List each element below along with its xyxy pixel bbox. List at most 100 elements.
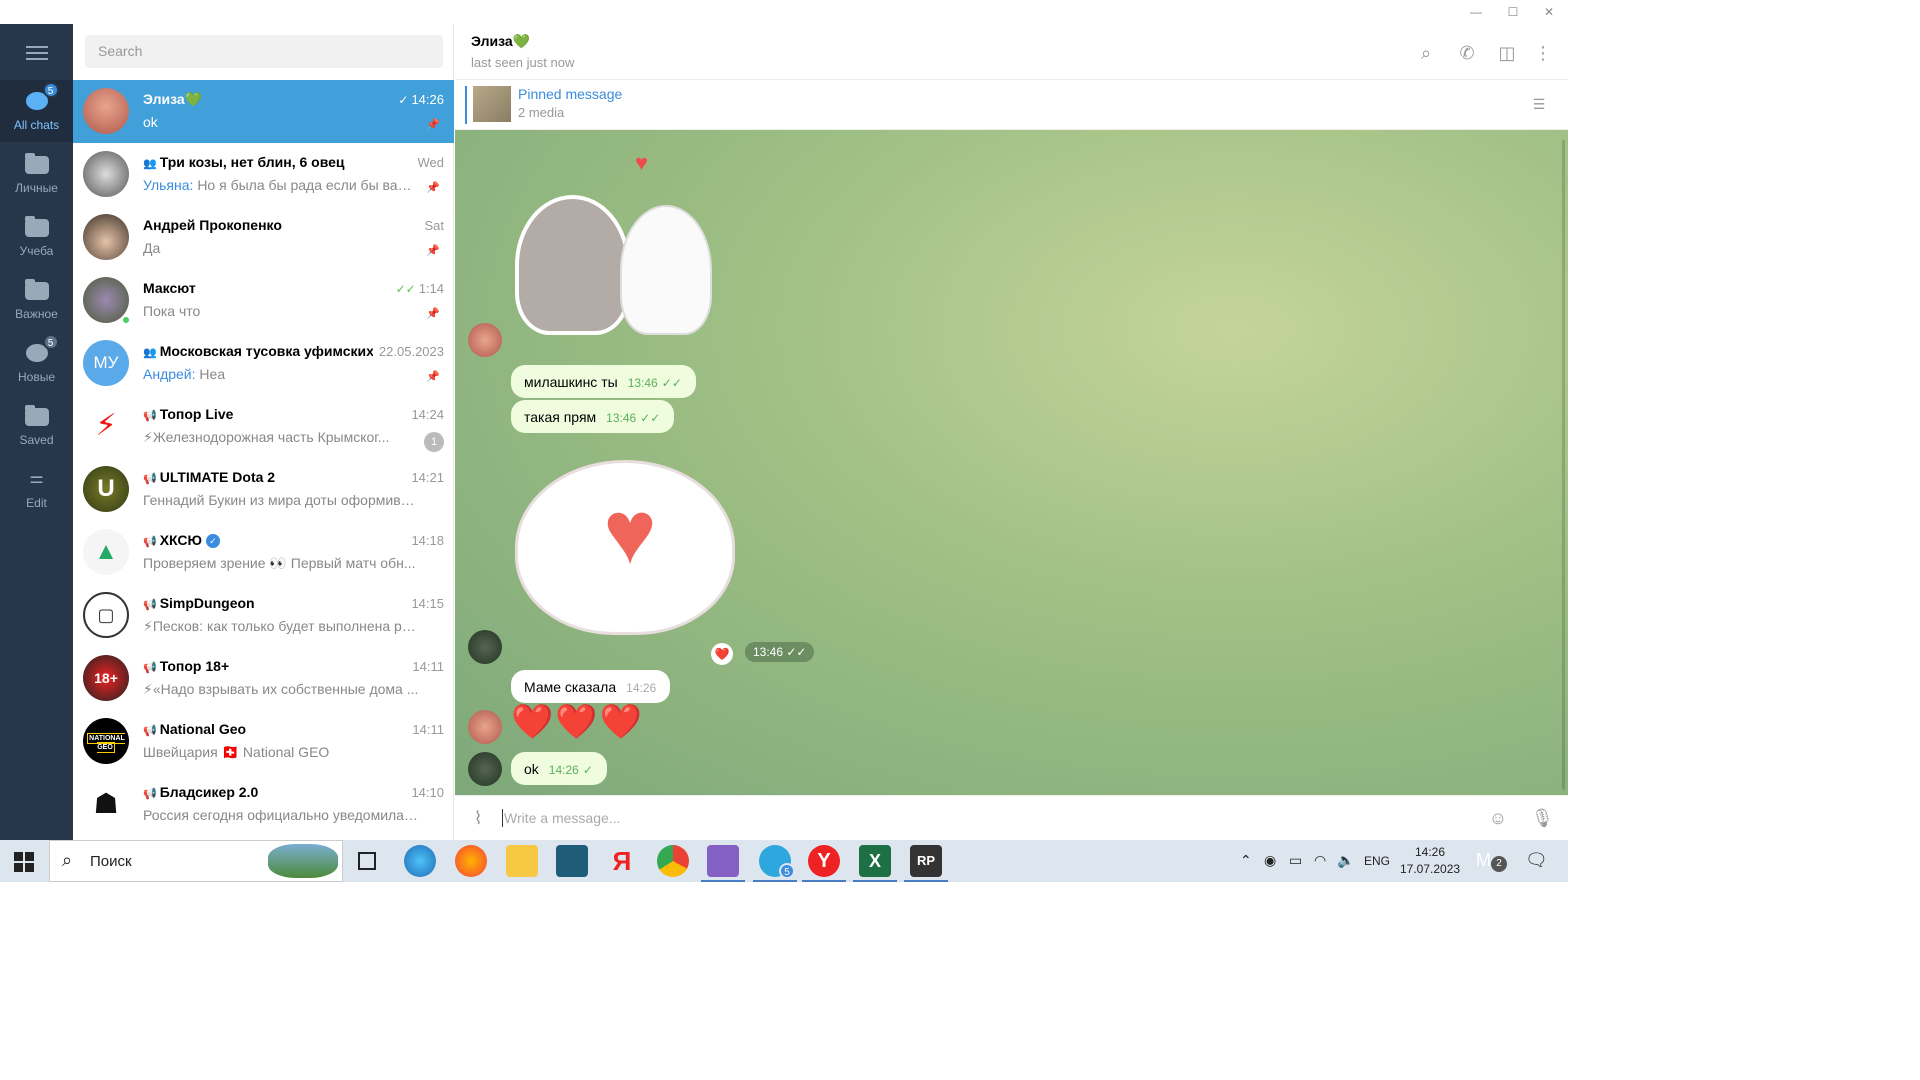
telegram-icon[interactable]: 5	[753, 845, 797, 882]
chat-row[interactable]: ☗ 📢 Бладсикер 2.0 14:10 Россия сегодня оф…	[73, 773, 454, 836]
reaction-heart[interactable]: ❤️	[711, 643, 733, 665]
chat-time: ✓ 14:26	[398, 92, 444, 107]
chat-name: 👥 Московская тусовка уфимских	[143, 343, 373, 359]
maximize-icon[interactable]: ☐	[1505, 4, 1521, 20]
search-icon[interactable]: ⌕	[1415, 42, 1437, 64]
chat-row[interactable]: ⚡ 📢 Топор Live 14:24 ⚡Железнодорожная час…	[73, 395, 454, 458]
sidebar-toggle-icon[interactable]: ◫	[1496, 42, 1518, 64]
pinned-list-icon[interactable]: ☰	[1528, 93, 1550, 115]
folder-study[interactable]: Учеба	[0, 206, 73, 268]
chat-time: 14:21	[411, 470, 444, 485]
emoji-message[interactable]: ❤️❤️❤️	[511, 702, 644, 742]
avatar	[83, 214, 129, 260]
chat-name: 📢 ULTIMATE Dota 2	[143, 469, 276, 485]
chat-row[interactable]: Максют ✓✓ 1:14 Пока что 📌	[73, 269, 454, 332]
message-text: Маме сказала	[524, 679, 617, 695]
excel-icon[interactable]: X	[853, 845, 897, 882]
chat-row[interactable]: ▲ 📢 ХКСЮ ✓ 14:18 Проверяем зрение 👀 Первый…	[73, 521, 454, 584]
folder-all-chats[interactable]: 5 All chats	[0, 80, 73, 142]
clock[interactable]: 14:26 17.07.2023	[1400, 845, 1460, 887]
close-icon[interactable]: ✕	[1541, 4, 1557, 20]
app-tray-icon[interactable]: M2	[1476, 850, 1507, 892]
unread-badge: 5	[42, 334, 59, 350]
avatar: NATIONAL GEO	[83, 718, 129, 764]
folder-saved[interactable]: Saved	[0, 395, 73, 457]
message-bubble[interactable]: ok 14:26 ✓	[511, 752, 607, 785]
avatar[interactable]	[468, 752, 502, 786]
more-icon[interactable]: ⋮	[1532, 42, 1554, 64]
message-bubble[interactable]: такая прям 13:46 ✓✓	[511, 400, 675, 433]
yandex-browser-icon[interactable]: Y	[802, 845, 846, 882]
chats-icon: 5	[24, 82, 59, 112]
folder-important[interactable]: Важное	[0, 269, 73, 331]
visual-studio-icon[interactable]	[701, 845, 745, 882]
volume-icon[interactable]: 🔈	[1337, 852, 1354, 894]
online-indicator	[121, 315, 131, 325]
unread-badge: 1	[424, 432, 444, 452]
message-time: 14:26	[626, 681, 657, 695]
sticker-cats[interactable]: ♥	[510, 150, 720, 335]
edge-icon[interactable]	[404, 845, 436, 877]
avatar[interactable]	[468, 323, 502, 357]
battery-icon[interactable]: ▭	[1289, 852, 1302, 894]
attach-icon[interactable]: ⌇	[467, 807, 489, 829]
avatar[interactable]	[468, 630, 502, 664]
chat-row[interactable]: Элиза💚 ✓ 14:26 ok 📌	[73, 80, 454, 143]
chat-row[interactable]: 👥 Три козы, нет блин, 6 овец Wed Ульяна: …	[73, 143, 454, 206]
read-check-icon: ✓	[398, 93, 409, 107]
chat-preview: Пока что	[143, 303, 201, 319]
search-input[interactable]: Search	[85, 35, 443, 68]
pinned-message-bar[interactable]: Pinned message 2 media ☰	[455, 80, 1568, 130]
folder-personal[interactable]: Личные	[0, 143, 73, 205]
chat-time: 14:15	[411, 596, 444, 611]
app-icon[interactable]	[556, 845, 588, 877]
sticker-bunny[interactable]: ♥	[515, 460, 735, 635]
rp-icon[interactable]: RP	[904, 845, 948, 882]
wifi-icon[interactable]: ◠	[1314, 852, 1326, 894]
chat-name: 📢 National Geo	[143, 721, 247, 737]
chat-row[interactable]: МУ 👥 Московская тусовка уфимских 22.05.20…	[73, 332, 454, 395]
folder-edit[interactable]: ⚌ Edit	[0, 458, 73, 520]
chat-name: Максют	[143, 280, 196, 296]
chat-name: 📢 Топор Live	[143, 406, 234, 422]
minimize-icon[interactable]: —	[1468, 4, 1484, 20]
windows-start-icon[interactable]	[14, 852, 34, 872]
emoji-icon[interactable]: ☺	[1487, 807, 1509, 829]
menu-icon[interactable]	[22, 42, 52, 62]
folder-new[interactable]: 5 Новые	[0, 332, 73, 394]
file-explorer-icon[interactable]	[506, 845, 538, 877]
chat-row[interactable]: NATIONAL GEO 📢 National Geo 14:11 Швейцар…	[73, 710, 454, 773]
message-bubble[interactable]: Маме сказала 14:26	[511, 670, 671, 703]
pinned-subtitle: 2 media	[518, 105, 565, 120]
folder-icon	[24, 153, 50, 175]
task-view-icon[interactable]	[358, 852, 376, 870]
double-check-icon: ✓✓	[640, 411, 661, 425]
chat-title[interactable]: Элиза💚	[471, 33, 530, 50]
white-cat-sticker	[620, 205, 712, 335]
microphone-icon[interactable]: 🎙	[1531, 807, 1554, 829]
taskbar-search-label: Поиск	[90, 853, 132, 870]
chat-preview: Швейцария 🇨🇭 National GEO	[143, 744, 330, 760]
pin-icon: 📌	[426, 119, 440, 131]
notification-icon[interactable]: 🗨	[1525, 850, 1548, 892]
chevron-up-icon[interactable]: ⌃	[1240, 852, 1252, 894]
message-input[interactable]: Write a message...	[504, 810, 620, 826]
chat-row[interactable]: ▢ 📢 SimpDungeon 14:15 ⚡Песков: как только…	[73, 584, 454, 647]
chat-name: Андрей Прокопенко	[143, 217, 282, 233]
yandex-icon[interactable]: Я	[606, 845, 638, 877]
chrome-icon[interactable]	[657, 845, 689, 877]
chat-row[interactable]: U 📢 ULTIMATE Dota 2 14:21 Геннадий Букин …	[73, 458, 454, 521]
language-indicator[interactable]: ENG	[1364, 854, 1390, 896]
chat-name: 📢 SimpDungeon	[143, 595, 255, 611]
steam-icon[interactable]: ◉	[1264, 852, 1276, 894]
music-app-icon[interactable]	[455, 845, 487, 877]
message-bubble[interactable]: милашкинс ты 13:46 ✓✓	[511, 365, 696, 398]
folder-label: Важное	[15, 307, 58, 321]
scrollbar[interactable]	[1562, 140, 1565, 790]
avatar[interactable]	[468, 710, 502, 744]
clock-time: 14:26	[1414, 845, 1446, 859]
call-icon[interactable]: ✆	[1456, 42, 1478, 64]
chat-row[interactable]: 18+ 📢 Топор 18+ 14:11 ⚡«Надо взрывать их …	[73, 647, 454, 710]
taskbar-search[interactable]: ⌕ Поиск	[49, 840, 343, 882]
chat-row[interactable]: Андрей Прокопенко Sat Да 📌	[73, 206, 454, 269]
